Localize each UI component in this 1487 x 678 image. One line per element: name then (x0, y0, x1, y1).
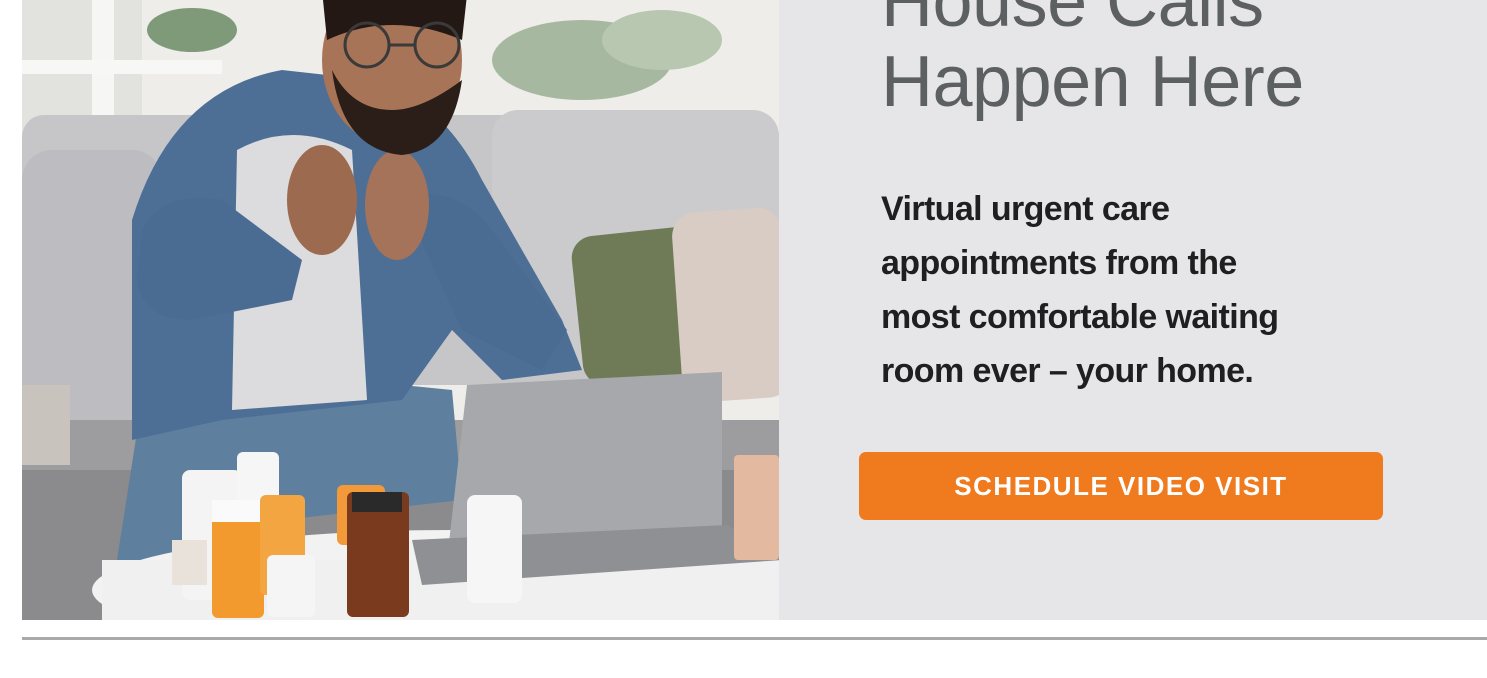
subcopy-line-4: room ever – your home. (881, 352, 1254, 390)
subcopy-line-3: most comfortable waiting (881, 298, 1279, 336)
subcopy-line-1: Virtual urgent care (881, 190, 1170, 228)
schedule-video-visit-button[interactable]: SCHEDULE VIDEO VISIT (859, 452, 1383, 520)
subcopy: Virtual urgent care appointments from th… (881, 182, 1351, 398)
subcopy-line-2: appointments from the (881, 244, 1237, 282)
hero-photo-man-sore-throat-laptop (22, 0, 779, 620)
hero-illustration (22, 0, 779, 620)
headline-line-1: House Calls (881, 0, 1264, 42)
section-divider (22, 637, 1487, 640)
headline-line-2: Happen Here (881, 42, 1304, 122)
headline: House Calls Happen Here (881, 0, 1304, 122)
promo-text-panel: House Calls Happen Here Virtual urgent c… (779, 0, 1487, 620)
promo-banner: House Calls Happen Here Virtual urgent c… (22, 0, 1487, 620)
